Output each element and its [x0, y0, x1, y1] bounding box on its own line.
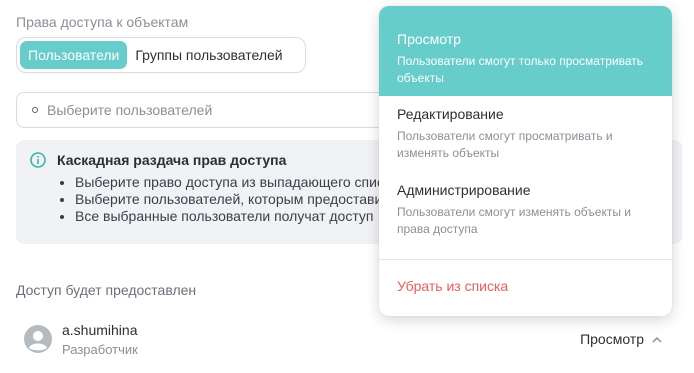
option-admin[interactable]: Администрирование Пользователи смогут из…	[379, 172, 672, 252]
dropdown-divider	[379, 259, 672, 260]
user-type-tabs: Пользователи Группы пользователей	[16, 37, 306, 73]
avatar-icon	[24, 325, 52, 353]
access-dropdown: Просмотр Пользователи смогут только прос…	[379, 6, 672, 316]
option-title: Администрирование	[397, 182, 531, 198]
user-row: a.shumihina Разработчик Просмотр	[24, 322, 674, 358]
option-description: Пользователи смогут просматривать и изме…	[397, 129, 613, 160]
user-role: Разработчик	[62, 342, 138, 357]
option-description: Пользователи смогут только просматривать…	[397, 54, 643, 85]
tab-user-groups[interactable]: Группы пользователей	[127, 41, 290, 69]
option-description: Пользователи смогут изменять объекты и п…	[397, 205, 631, 236]
section-title: Права доступа к объектам	[16, 14, 189, 30]
access-level-label: Просмотр	[580, 331, 644, 347]
option-title: Просмотр	[397, 31, 461, 47]
granted-title: Доступ будет предоставлен	[16, 282, 197, 298]
remove-from-list-button[interactable]: Убрать из списка	[397, 278, 508, 294]
circle-icon	[32, 107, 38, 113]
access-level-select[interactable]: Просмотр	[580, 331, 662, 347]
option-edit[interactable]: Редактирование Пользователи смогут просм…	[379, 96, 672, 172]
user-select-placeholder: Выберите пользователей	[47, 102, 213, 118]
info-heading: Каскадная раздача прав доступа	[57, 152, 287, 168]
info-icon	[30, 152, 46, 168]
user-select-input[interactable]: Выберите пользователей	[16, 92, 416, 128]
chevron-up-icon	[652, 336, 662, 343]
user-name: a.shumihina	[62, 322, 138, 338]
tab-users[interactable]: Пользователи	[20, 41, 128, 69]
option-view[interactable]: Просмотр Пользователи смогут только прос…	[379, 6, 672, 96]
option-title: Редактирование	[397, 106, 504, 122]
